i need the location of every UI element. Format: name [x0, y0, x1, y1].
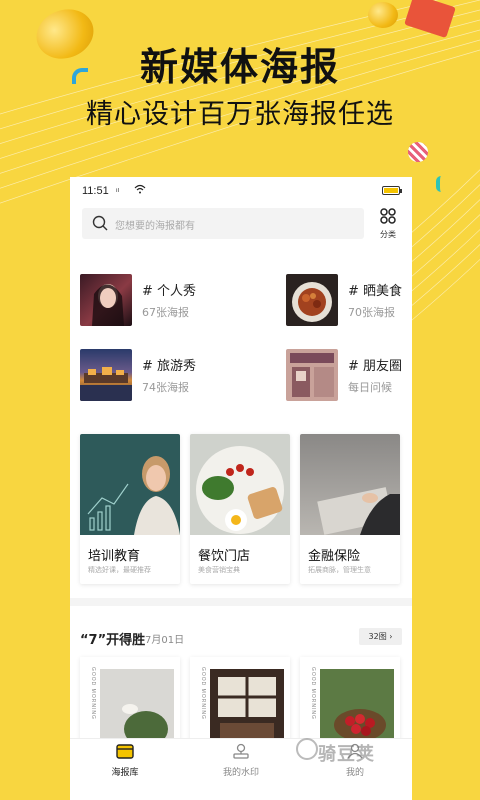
section-title: “7”开得胜 — [80, 633, 146, 648]
phone-screen: 11:51 ᵢₗ 您想要的海报都有 分类 # 个人秀 67张海报 # 晒美食 7… — [70, 177, 412, 800]
poster-image — [100, 669, 174, 749]
card-image — [300, 434, 400, 535]
section-divider — [70, 598, 412, 606]
watermark-text: 骑豆荚 — [318, 744, 375, 765]
section-date: 7月01日 — [145, 635, 185, 646]
tag-thumbnail — [286, 274, 338, 326]
card-image — [80, 434, 180, 535]
tab-label: 我的 — [345, 768, 364, 778]
poster-caption: GOOD MORNING — [310, 667, 316, 720]
tag-food-show[interactable]: # 晒美食 70张海报 — [286, 274, 412, 328]
promo-title: 新媒体海报 — [139, 45, 340, 89]
card-finance-insurance[interactable]: 金融保险 拓展商脉，管理生意 — [300, 434, 400, 584]
poster-image — [320, 669, 394, 749]
tag-name: # 朋友圈 — [348, 359, 403, 374]
stamp-icon — [232, 743, 250, 763]
search-bar[interactable]: 您想要的海报都有 — [82, 208, 364, 239]
status-time: 11:51 — [82, 185, 109, 197]
card-restaurant[interactable]: 餐饮门店 美食营销宝典 — [190, 434, 290, 584]
battery-icon — [382, 186, 402, 195]
search-placeholder: 您想要的海报都有 — [115, 221, 195, 232]
card-training-education[interactable]: 培训教育 精选好课，最硬推荐 — [80, 434, 180, 584]
tag-count: 每日问候 — [348, 381, 392, 394]
tag-personal-show[interactable]: # 个人秀 67张海报 — [80, 274, 230, 328]
wifi-icon — [134, 184, 146, 197]
card-desc: 美食营销宝典 — [198, 566, 240, 574]
tag-count: 74张海报 — [142, 381, 189, 394]
promo-subtitle: 精心设计百万张海报任选 — [86, 99, 394, 130]
more-button[interactable]: 32图 › — [359, 628, 402, 645]
tag-name: # 个人秀 — [142, 284, 197, 299]
tag-thumbnail — [80, 349, 132, 401]
tag-name: # 晒美食 — [348, 284, 403, 299]
poster-caption: GOOD MORNING — [90, 667, 96, 720]
poster-image — [210, 669, 284, 749]
category-label: 分类 — [380, 230, 396, 239]
card-desc: 拓展商脉，管理生意 — [308, 566, 371, 574]
book-decoration — [404, 0, 456, 39]
tab-my-watermark[interactable]: 我的水印 — [201, 743, 281, 778]
tag-thumbnail — [80, 274, 132, 326]
tag-count: 67张海报 — [142, 306, 189, 319]
signal-icon: ᵢₗ — [116, 185, 120, 195]
poster-library-icon — [116, 744, 134, 763]
tab-label: 海报库 — [111, 768, 139, 778]
status-bar: 11:51 ᵢₗ — [70, 177, 412, 205]
watermark-logo-icon — [296, 738, 318, 760]
tag-name: # 旅游秀 — [142, 359, 197, 374]
tag-friends-circle[interactable]: # 朋友圈 每日问候 — [286, 349, 412, 403]
coin-decoration — [368, 2, 398, 28]
tag-thumbnail — [286, 349, 338, 401]
ribbon-decoration — [436, 176, 446, 192]
tab-label: 我的水印 — [222, 768, 259, 778]
category-button[interactable]: 分类 — [373, 207, 403, 241]
card-title: 金融保险 — [308, 549, 361, 564]
category-icon — [379, 208, 397, 229]
tag-travel-show[interactable]: # 旅游秀 74张海报 — [80, 349, 230, 403]
candy-decoration — [408, 142, 428, 162]
search-icon — [92, 215, 108, 235]
card-title: 培训教育 — [88, 549, 141, 564]
poster-caption: GOOD MORNING — [200, 667, 206, 720]
card-title: 餐饮门店 — [198, 549, 251, 564]
tag-count: 70张海报 — [348, 306, 395, 319]
card-image — [190, 434, 290, 535]
tab-poster-library[interactable]: 海报库 — [85, 743, 165, 778]
card-desc: 精选好课，最硬推荐 — [88, 566, 151, 574]
